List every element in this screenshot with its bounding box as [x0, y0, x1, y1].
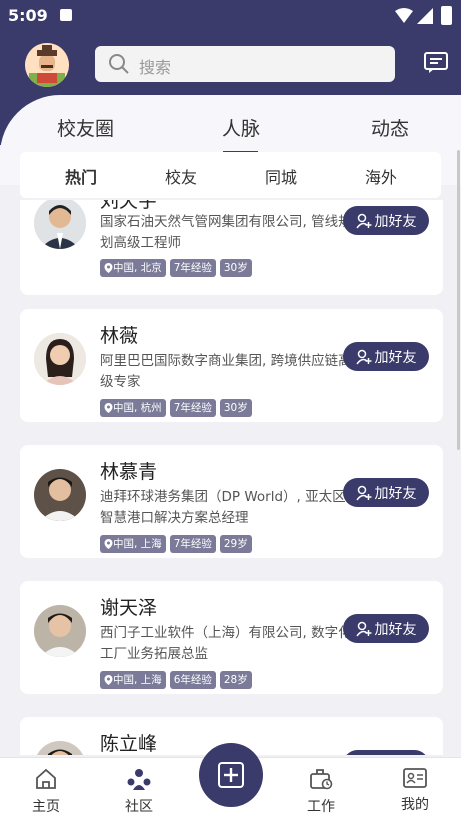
subtab-same-city[interactable]: 同城	[265, 164, 297, 188]
location-pin-icon	[104, 403, 113, 413]
person-company: 阿里巴巴国际数字商业集团, 跨境供应链高级专家	[100, 353, 352, 390]
user-avatar[interactable]	[25, 43, 69, 87]
person-card[interactable]: 林慕青 迪拜环球港务集团（DP World）, 亚太区智慧港口解决方案总经理 中…	[20, 445, 443, 558]
location-text: 中国, 杭州	[113, 402, 162, 414]
nav-home-label: 主页	[32, 799, 60, 815]
person-company: 西门子工业软件（上海）有限公司, 数字化工厂业务拓展总监	[100, 625, 352, 662]
person-name: 陈立峰	[100, 733, 158, 755]
person-name: 谢天泽	[100, 597, 158, 619]
location-pin-icon	[104, 675, 113, 685]
person-tags: 中国, 上海 7年经验 29岁	[100, 535, 252, 553]
sub-tabs: 热门 校友 同城 海外	[20, 152, 441, 198]
people-list[interactable]: 刘天宇 国家石油天然气管网集团有限公司, 管线规划高级工程师 中国, 北京 7年…	[0, 200, 461, 755]
person-avatar	[34, 333, 86, 385]
community-icon	[127, 769, 151, 790]
add-friend-button[interactable]: 加好友	[343, 614, 429, 643]
add-friend-button[interactable]: 加好友	[343, 206, 429, 235]
tab-network[interactable]: 人脉	[222, 114, 260, 141]
status-bar: 5:09	[0, 0, 461, 32]
location-text: 中国, 北京	[113, 262, 162, 274]
status-time: 5:09	[8, 6, 48, 25]
notification-a-icon	[60, 9, 72, 21]
home-icon	[36, 768, 56, 789]
briefcase-icon	[310, 769, 333, 790]
nav-work-label: 工作	[307, 799, 335, 815]
id-card-icon	[403, 768, 427, 788]
add-friend-label: 加好友	[374, 213, 417, 230]
location-text: 中国, 上海	[113, 538, 162, 550]
person-avatar	[34, 200, 86, 249]
location-tag: 中国, 杭州	[100, 399, 166, 417]
search-placeholder: 搜索	[139, 58, 172, 77]
subtab-hot[interactable]: 热门	[65, 164, 97, 188]
location-tag: 中国, 上海	[100, 671, 166, 689]
person-avatar	[34, 741, 86, 755]
person-card[interactable]: 林薇 阿里巴巴国际数字商业集团, 跨境供应链高级专家 中国, 杭州 7年经验 3…	[20, 309, 443, 422]
nav-home[interactable]: 主页	[16, 768, 76, 816]
add-user-icon	[355, 213, 371, 228]
nav-community[interactable]: 社区	[109, 768, 169, 816]
add-friend-label: 加好友	[374, 485, 417, 502]
nav-profile[interactable]: 我的	[385, 768, 445, 814]
nav-work[interactable]: 工作	[291, 768, 351, 816]
add-friend-button[interactable]	[343, 750, 429, 755]
person-company: 迪拜环球港务集团（DP World）, 亚太区智慧港口解决方案总经理	[100, 489, 346, 526]
add-friend-label: 加好友	[374, 621, 417, 638]
person-card[interactable]: 刘天宇 国家石油天然气管网集团有限公司, 管线规划高级工程师 中国, 北京 7年…	[20, 200, 443, 295]
age-tag: 29岁	[219, 535, 252, 553]
subtab-alumni[interactable]: 校友	[165, 164, 197, 188]
plus-icon	[218, 762, 244, 788]
person-tags: 中国, 杭州 7年经验 30岁	[100, 399, 252, 417]
add-user-icon	[355, 485, 371, 500]
person-name: 林慕青	[100, 461, 158, 483]
add-user-icon	[355, 621, 371, 636]
nav-community-label: 社区	[125, 799, 153, 815]
create-post-button[interactable]	[199, 743, 263, 807]
experience-tag: 7年经验	[169, 399, 216, 417]
location-pin-icon	[104, 263, 113, 273]
top-tabs: 校友圈 人脉 动态	[0, 110, 461, 144]
location-tag: 中国, 北京	[100, 259, 166, 277]
add-friend-button[interactable]: 加好友	[343, 478, 429, 507]
message-icon[interactable]	[424, 52, 448, 74]
add-friend-button[interactable]: 加好友	[343, 342, 429, 371]
experience-tag: 7年经验	[169, 259, 216, 277]
location-text: 中国, 上海	[113, 674, 162, 686]
add-friend-label: 加好友	[374, 349, 417, 366]
age-tag: 30岁	[219, 399, 252, 417]
person-name: 林薇	[100, 325, 139, 347]
experience-tag: 7年经验	[169, 535, 216, 553]
location-pin-icon	[104, 539, 113, 549]
search-bar[interactable]: 搜索	[95, 46, 395, 82]
person-avatar	[34, 605, 86, 657]
person-card[interactable]: 谢天泽 西门子工业软件（上海）有限公司, 数字化工厂业务拓展总监 中国, 上海 …	[20, 581, 443, 694]
experience-tag: 6年经验	[169, 671, 216, 689]
search-icon	[109, 54, 129, 74]
person-tags: 中国, 北京 7年经验 30岁	[100, 259, 252, 277]
person-company: 国家石油天然气管网集团有限公司, 管线规划高级工程师	[100, 214, 352, 251]
tab-alumni-circle[interactable]: 校友圈	[57, 114, 114, 141]
signal-icon	[417, 8, 433, 24]
tab-feed[interactable]: 动态	[371, 114, 409, 141]
person-tags: 中国, 上海 6年经验 28岁	[100, 671, 252, 689]
subtab-overseas[interactable]: 海外	[365, 164, 397, 188]
person-avatar	[34, 469, 86, 521]
battery-icon	[441, 6, 452, 25]
add-user-icon	[355, 349, 371, 364]
age-tag: 28岁	[219, 671, 252, 689]
age-tag: 30岁	[219, 259, 252, 277]
nav-profile-label: 我的	[401, 797, 429, 813]
scrollbar[interactable]	[457, 150, 460, 450]
location-tag: 中国, 上海	[100, 535, 166, 553]
wifi-icon	[395, 8, 413, 23]
